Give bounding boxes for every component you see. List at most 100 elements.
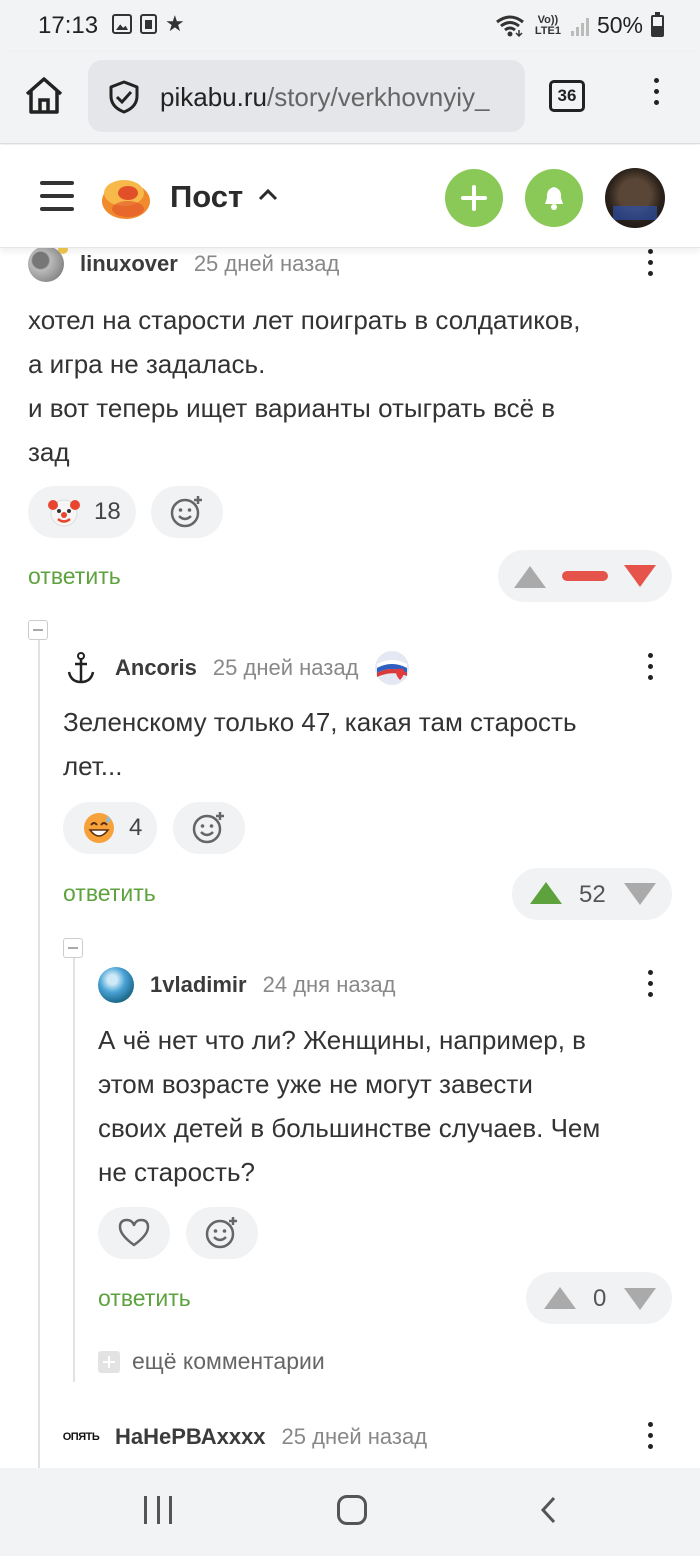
user-avatar[interactable] — [605, 168, 665, 228]
comment-text-line: лет... — [63, 751, 123, 781]
comment-more-icon[interactable] — [644, 1422, 656, 1452]
comment-header: ОПЯТЬ НаНеРВАхххх 25 дней назад — [63, 1419, 427, 1455]
notifications-button[interactable] — [525, 169, 583, 227]
comment-more-icon[interactable] — [644, 249, 656, 279]
browser-toolbar: pikabu.ru/story/verkhovnyiy_ 36 — [0, 52, 700, 144]
reply-link[interactable]: ответить — [28, 563, 121, 590]
reaction-count: 18 — [94, 498, 121, 525]
like-button[interactable] — [98, 1207, 170, 1259]
vote-control: 0 — [526, 1272, 672, 1324]
expand-plus-icon — [98, 1350, 120, 1373]
vote-control — [498, 550, 672, 602]
more-comments-label: ещё комментарии — [132, 1348, 325, 1374]
comment-text-line: не старость? — [98, 1157, 255, 1187]
wifi-icon — [496, 15, 524, 37]
back-icon[interactable] — [538, 1496, 560, 1524]
star-icon: ★ — [165, 11, 185, 36]
avatar[interactable] — [28, 244, 68, 282]
add-emoji-icon — [192, 812, 224, 844]
grinning-sweat-emoji-icon — [84, 813, 114, 843]
battery-icon — [651, 11, 664, 37]
comment-text: Зеленскому только 47, какая там старость… — [63, 700, 678, 788]
collapse-thread-button[interactable] — [63, 938, 83, 958]
url-host: pikabu.ru — [160, 82, 267, 112]
comment-text: А чё нет что ли? Женщины, например, в эт… — [98, 1018, 678, 1194]
comment-author[interactable]: НаНеРВАхххх — [115, 1424, 266, 1450]
comment-time[interactable]: 25 дней назад — [213, 655, 359, 681]
comment-time[interactable]: 25 дней назад — [194, 251, 340, 277]
reaction-count: 4 — [129, 814, 143, 841]
thread-line — [73, 950, 75, 1382]
add-reaction-button[interactable] — [173, 802, 245, 854]
status-time: 17:13 — [38, 12, 99, 39]
comment-time[interactable]: 25 дней назад — [282, 1424, 428, 1450]
comment-author[interactable]: 1vladimir — [150, 972, 247, 998]
home-icon[interactable] — [22, 74, 66, 118]
comment-text-line: А чё нет что ли? Женщины, например, в — [98, 1025, 586, 1055]
add-reaction-button[interactable] — [186, 1207, 258, 1259]
vote-control: 52 — [512, 868, 672, 920]
comment-text-line: зад — [28, 437, 70, 467]
comment-time[interactable]: 24 дня назад — [263, 972, 396, 998]
avatar[interactable] — [98, 967, 134, 1003]
more-comments-link[interactable]: ещё комментарии — [98, 1348, 325, 1375]
signal-icon — [570, 16, 589, 36]
heart-icon — [118, 1218, 150, 1247]
upvote-icon[interactable] — [544, 1287, 576, 1309]
volte-icon: Vo)) LTE1 — [534, 13, 561, 37]
avatar[interactable]: ОПЯТЬ — [63, 1419, 100, 1455]
comment-author[interactable]: linuxover — [80, 251, 178, 277]
comment-author[interactable]: Ancoris — [115, 655, 197, 681]
battery-percent: 50% — [596, 12, 643, 38]
comment-text-line: своих детей в большинстве случаев. Чем — [98, 1113, 601, 1143]
reaction-button[interactable]: 18 — [28, 486, 136, 538]
recent-apps-icon[interactable] — [144, 1496, 172, 1524]
comment-header: Ancoris 25 дней назад — [63, 650, 410, 686]
status-notification-icons: ★ — [112, 11, 185, 36]
site-header: Пост — [0, 145, 700, 248]
reply-link[interactable]: ответить — [98, 1285, 191, 1312]
home-nav-icon[interactable] — [337, 1495, 367, 1525]
url-path: /story/verkhovnyiy_ — [266, 82, 490, 112]
hamburger-menu-icon[interactable] — [40, 181, 74, 211]
chevron-up-icon[interactable] — [258, 189, 278, 201]
bell-icon — [545, 187, 563, 210]
comment-more-icon[interactable] — [644, 970, 656, 1000]
comment-text: хотел на старости лет поиграть в солдати… — [28, 298, 678, 474]
downvote-icon[interactable] — [624, 565, 656, 587]
upvote-icon[interactable] — [530, 882, 562, 904]
add-reaction-button[interactable] — [151, 486, 223, 538]
add-emoji-icon — [205, 1217, 237, 1249]
tab-switcher-button[interactable]: 36 — [549, 80, 585, 112]
reaction-button[interactable]: 4 — [63, 802, 157, 854]
comment-text-line: и вот теперь ищет варианты отыграть всё … — [28, 393, 556, 423]
address-bar[interactable]: pikabu.ru/story/verkhovnyiy_ — [88, 60, 525, 132]
vote-count: 52 — [579, 881, 606, 908]
shield-check-icon[interactable] — [106, 79, 142, 115]
anchor-avatar-icon[interactable] — [63, 650, 99, 686]
status-right: Vo)) LTE1 50% — [495, 11, 664, 39]
upvote-icon[interactable] — [514, 566, 546, 588]
vote-count: 0 — [593, 1285, 607, 1312]
browser-menu-icon[interactable] — [650, 78, 662, 114]
collapse-thread-button[interactable] — [28, 620, 48, 640]
comment-text-line: Зеленскому только 47, какая там старость — [63, 707, 577, 737]
reply-link[interactable]: ответить — [63, 880, 156, 907]
status-bar: 17:13 ★ Vo)) LTE1 50% — [0, 0, 700, 52]
russia-heart-badge-icon — [375, 651, 410, 685]
comment-more-icon[interactable] — [644, 653, 656, 683]
clown-emoji-icon — [48, 499, 80, 527]
sim-card-icon — [140, 14, 157, 34]
downvote-icon[interactable] — [624, 1288, 656, 1310]
page-title[interactable]: Пост — [170, 179, 243, 215]
downvote-icon[interactable] — [624, 883, 656, 905]
add-post-button[interactable] — [445, 169, 503, 227]
system-nav-bar — [0, 1468, 700, 1556]
pikabu-logo-icon[interactable] — [100, 171, 152, 223]
comment-text-line: хотел на старости лет поиграть в солдати… — [28, 305, 581, 335]
comment-text-line: а игра не задалась. — [28, 349, 266, 379]
downvote-indicator — [562, 571, 608, 581]
comment-header: 1vladimir 24 дня назад — [98, 967, 396, 1003]
comment-text-line: этом возрасте уже не могут завести — [98, 1069, 533, 1099]
url-text[interactable]: pikabu.ru/story/verkhovnyiy_ — [160, 82, 515, 113]
